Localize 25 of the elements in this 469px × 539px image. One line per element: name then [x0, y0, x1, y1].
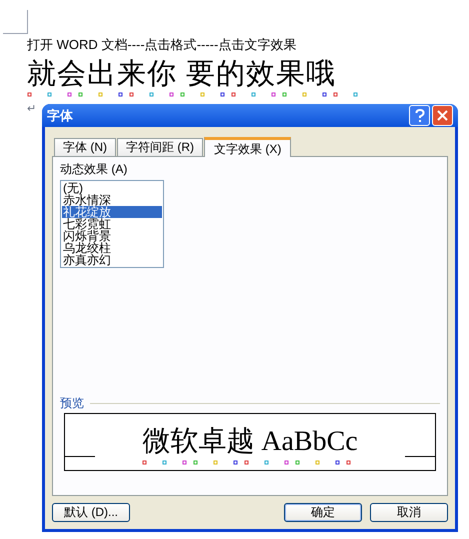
effects-listbox[interactable]: (无) 赤水情深 礼花绽放 七彩霓虹 闪烁背景 乌龙绞柱 亦真亦幻 [60, 180, 164, 268]
field-label: 动态效果 (A) [60, 161, 128, 177]
list-item[interactable]: (无) [62, 182, 162, 194]
list-item[interactable]: 七彩霓虹 [62, 218, 162, 230]
help-icon [414, 108, 424, 122]
sparkle-text: 就会出来你 要的效果哦 [27, 57, 336, 92]
paragraph-mark: ↵ [27, 103, 36, 115]
list-item[interactable]: 亦真亦幻 [62, 254, 162, 266]
list-item[interactable]: 闪烁背景 [62, 230, 162, 242]
list-item[interactable]: 赤水情深 [62, 194, 162, 206]
list-item[interactable]: 礼花绽放 [62, 206, 162, 218]
close-button[interactable] [432, 105, 453, 126]
document-text: 打开 WORD 文档----点击格式-----点击文字效果 [27, 36, 296, 54]
tab[interactable]: 文字效果 (X) [204, 137, 292, 157]
section-label: 预览 [60, 396, 84, 410]
window-title: 字体 [47, 106, 73, 125]
help-button[interactable] [409, 105, 430, 126]
tab[interactable]: 字符间距 (R) [117, 138, 203, 156]
dialog-button[interactable]: 取消 [370, 503, 448, 522]
tab[interactable]: 字体 (N) [54, 138, 116, 156]
preview-text: 微软卓越 AaBbCc [142, 424, 358, 458]
list-item[interactable]: 乌龙绞柱 [62, 242, 162, 254]
close-icon [437, 110, 448, 121]
dialog-button[interactable]: 默认 (D)... [52, 503, 130, 522]
dialog-button[interactable]: 确定 [284, 503, 362, 522]
